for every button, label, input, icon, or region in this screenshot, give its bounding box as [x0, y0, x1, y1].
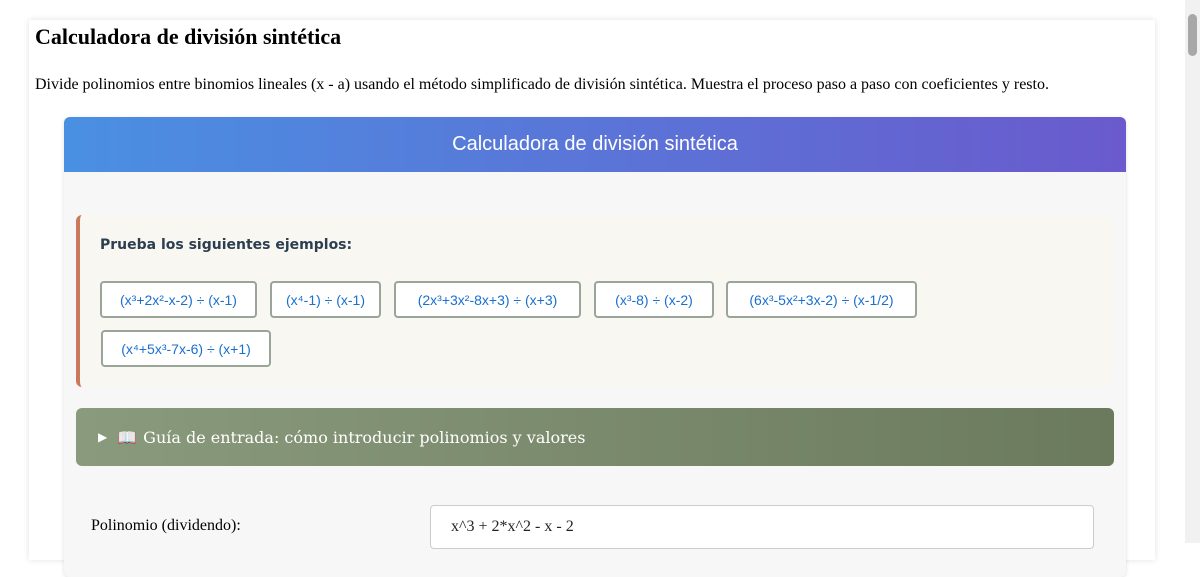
dividend-label: Polinomio (dividendo):: [91, 517, 241, 534]
input-guide-toggle[interactable]: ▶ 📖 Guía de entrada: cómo introducir pol…: [76, 408, 1114, 466]
example-button-5[interactable]: (6x³-5x²+3x-2) ÷ (x-1/2): [726, 281, 917, 318]
calculator-header: Calculadora de división sintética: [64, 117, 1126, 172]
scrollbar-thumb[interactable]: [1188, 14, 1197, 56]
examples-box: Prueba los siguientes ejemplos: (x³+2x²-…: [76, 215, 1114, 387]
example-button-4[interactable]: (x³-8) ÷ (x-2): [594, 281, 714, 318]
examples-title: Prueba los siguientes ejemplos:: [100, 237, 353, 253]
example-button-1[interactable]: (x³+2x²-x-2) ÷ (x-1): [100, 281, 257, 318]
example-button-3[interactable]: (2x³+3x²-8x+3) ÷ (x+3): [394, 281, 581, 318]
guide-label: Guía de entrada: cómo introducir polinom…: [143, 427, 586, 447]
example-button-6[interactable]: (x⁴+5x³-7x-6) ÷ (x+1): [101, 330, 271, 367]
vertical-scrollbar[interactable]: [1185, 0, 1200, 543]
example-button-2[interactable]: (x⁴-1) ÷ (x-1): [270, 281, 381, 318]
page-description: Divide polinomios entre binomios lineale…: [35, 76, 1049, 93]
page-title: Calculadora de división sintética: [35, 24, 342, 49]
dividend-input[interactable]: [430, 505, 1094, 549]
calculator-panel: Calculadora de división sintética Prueba…: [64, 117, 1126, 577]
triangle-right-icon: ▶: [98, 430, 108, 444]
page-container: Calculadora de división sintética Divide…: [29, 20, 1155, 577]
book-icon: 📖: [117, 427, 138, 447]
